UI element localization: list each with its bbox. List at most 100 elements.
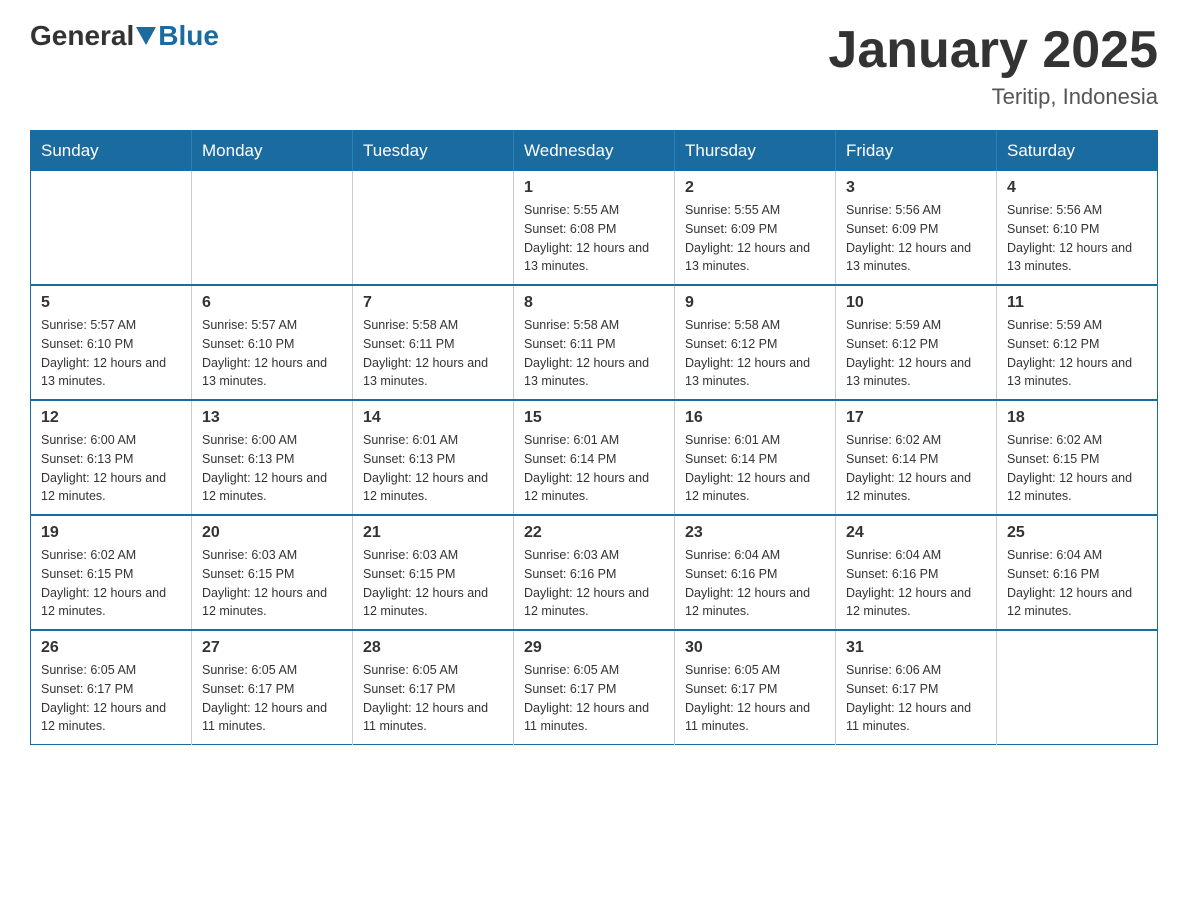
calendar-cell: 16 Sunrise: 6:01 AM Sunset: 6:14 PM Dayli…	[675, 400, 836, 515]
day-number: 11	[1007, 294, 1147, 312]
day-info: Sunrise: 6:02 AM Sunset: 6:14 PM Dayligh…	[846, 431, 986, 506]
calendar-cell: 6 Sunrise: 5:57 AM Sunset: 6:10 PM Daylig…	[192, 285, 353, 400]
calendar-cell: 17Sunrise: 6:02 AM Sunset: 6:14 PM Dayli…	[836, 400, 997, 515]
title-section: January 2025 Teritip, Indonesia	[828, 20, 1158, 110]
calendar-week-row: 19 Sunrise: 6:02 AM Sunset: 6:15 PM Dayli…	[31, 515, 1158, 630]
calendar-cell: 8 Sunrise: 5:58 AM Sunset: 6:11 PM Daylig…	[514, 285, 675, 400]
logo-triangle-icon	[136, 27, 156, 45]
day-info: Sunrise: 6:04 AM Sunset: 6:16 PM Dayligh…	[1007, 546, 1147, 621]
calendar-cell: 20Sunrise: 6:03 AM Sunset: 6:15 PM Dayli…	[192, 515, 353, 630]
day-number: 15	[524, 409, 664, 427]
day-number: 3	[846, 179, 986, 197]
calendar-cell: 7 Sunrise: 5:58 AM Sunset: 6:11 PM Daylig…	[353, 285, 514, 400]
calendar-week-row: 5 Sunrise: 5:57 AM Sunset: 6:10 PM Daylig…	[31, 285, 1158, 400]
day-number: 8	[524, 294, 664, 312]
calendar-cell: 28 Sunrise: 6:05 AM Sunset: 6:17 PM Dayli…	[353, 630, 514, 745]
calendar-body: 1 Sunrise: 5:55 AM Sunset: 6:08 PM Daylig…	[31, 171, 1158, 745]
day-info: Sunrise: 6:00 AM Sunset: 6:13 PM Dayligh…	[202, 431, 342, 506]
calendar-cell: 30 Sunrise: 6:05 AM Sunset: 6:17 PM Dayli…	[675, 630, 836, 745]
calendar-cell: 10Sunrise: 5:59 AM Sunset: 6:12 PM Dayli…	[836, 285, 997, 400]
header-wednesday: Wednesday	[514, 131, 675, 172]
day-info: Sunrise: 5:58 AM Sunset: 6:12 PM Dayligh…	[685, 316, 825, 391]
header-friday: Friday	[836, 131, 997, 172]
day-number: 12	[41, 409, 181, 427]
day-info: Sunrise: 5:57 AM Sunset: 6:10 PM Dayligh…	[202, 316, 342, 391]
day-info: Sunrise: 6:05 AM Sunset: 6:17 PM Dayligh…	[363, 661, 503, 736]
page-header: General Blue January 2025 Teritip, Indon…	[30, 20, 1158, 110]
day-number: 28	[363, 639, 503, 657]
calendar-cell: 31 Sunrise: 6:06 AM Sunset: 6:17 PM Dayli…	[836, 630, 997, 745]
month-title: January 2025	[828, 20, 1158, 80]
location: Teritip, Indonesia	[828, 84, 1158, 110]
calendar-cell: 18Sunrise: 6:02 AM Sunset: 6:15 PM Dayli…	[997, 400, 1158, 515]
calendar-cell: 22Sunrise: 6:03 AM Sunset: 6:16 PM Dayli…	[514, 515, 675, 630]
header-tuesday: Tuesday	[353, 131, 514, 172]
day-info: Sunrise: 6:05 AM Sunset: 6:17 PM Dayligh…	[685, 661, 825, 736]
calendar-cell: 4Sunrise: 5:56 AM Sunset: 6:10 PM Daylig…	[997, 171, 1158, 285]
logo: General Blue	[30, 20, 219, 52]
day-info: Sunrise: 6:01 AM Sunset: 6:14 PM Dayligh…	[524, 431, 664, 506]
day-info: Sunrise: 5:59 AM Sunset: 6:12 PM Dayligh…	[1007, 316, 1147, 391]
calendar-cell: 15 Sunrise: 6:01 AM Sunset: 6:14 PM Dayli…	[514, 400, 675, 515]
calendar-cell: 1 Sunrise: 5:55 AM Sunset: 6:08 PM Daylig…	[514, 171, 675, 285]
calendar-cell: 3 Sunrise: 5:56 AM Sunset: 6:09 PM Daylig…	[836, 171, 997, 285]
calendar-cell: 25 Sunrise: 6:04 AM Sunset: 6:16 PM Dayli…	[997, 515, 1158, 630]
calendar-table: Sunday Monday Tuesday Wednesday Thursday…	[30, 130, 1158, 745]
day-number: 6	[202, 294, 342, 312]
day-info: Sunrise: 5:58 AM Sunset: 6:11 PM Dayligh…	[524, 316, 664, 391]
day-number: 4	[1007, 179, 1147, 197]
header-saturday: Saturday	[997, 131, 1158, 172]
day-info: Sunrise: 5:58 AM Sunset: 6:11 PM Dayligh…	[363, 316, 503, 391]
header-thursday: Thursday	[675, 131, 836, 172]
day-number: 7	[363, 294, 503, 312]
header-monday: Monday	[192, 131, 353, 172]
day-number: 5	[41, 294, 181, 312]
day-number: 30	[685, 639, 825, 657]
calendar-cell: 14Sunrise: 6:01 AM Sunset: 6:13 PM Dayli…	[353, 400, 514, 515]
calendar-cell: 19 Sunrise: 6:02 AM Sunset: 6:15 PM Dayli…	[31, 515, 192, 630]
day-info: Sunrise: 6:00 AM Sunset: 6:13 PM Dayligh…	[41, 431, 181, 506]
day-info: Sunrise: 6:05 AM Sunset: 6:17 PM Dayligh…	[202, 661, 342, 736]
day-info: Sunrise: 5:59 AM Sunset: 6:12 PM Dayligh…	[846, 316, 986, 391]
logo-blue: Blue	[158, 20, 219, 52]
day-info: Sunrise: 6:02 AM Sunset: 6:15 PM Dayligh…	[1007, 431, 1147, 506]
day-info: Sunrise: 6:02 AM Sunset: 6:15 PM Dayligh…	[41, 546, 181, 621]
day-info: Sunrise: 5:55 AM Sunset: 6:08 PM Dayligh…	[524, 201, 664, 276]
day-info: Sunrise: 5:56 AM Sunset: 6:09 PM Dayligh…	[846, 201, 986, 276]
day-number: 24	[846, 524, 986, 542]
day-number: 25	[1007, 524, 1147, 542]
day-number: 22	[524, 524, 664, 542]
day-number: 2	[685, 179, 825, 197]
day-info: Sunrise: 6:04 AM Sunset: 6:16 PM Dayligh…	[846, 546, 986, 621]
day-info: Sunrise: 5:57 AM Sunset: 6:10 PM Dayligh…	[41, 316, 181, 391]
header-sunday: Sunday	[31, 131, 192, 172]
day-info: Sunrise: 6:01 AM Sunset: 6:13 PM Dayligh…	[363, 431, 503, 506]
day-info: Sunrise: 6:06 AM Sunset: 6:17 PM Dayligh…	[846, 661, 986, 736]
calendar-cell	[31, 171, 192, 285]
day-info: Sunrise: 5:55 AM Sunset: 6:09 PM Dayligh…	[685, 201, 825, 276]
day-info: Sunrise: 6:01 AM Sunset: 6:14 PM Dayligh…	[685, 431, 825, 506]
calendar-cell: 29 Sunrise: 6:05 AM Sunset: 6:17 PM Dayli…	[514, 630, 675, 745]
calendar-cell: 13 Sunrise: 6:00 AM Sunset: 6:13 PM Dayli…	[192, 400, 353, 515]
day-number: 9	[685, 294, 825, 312]
weekday-header-row: Sunday Monday Tuesday Wednesday Thursday…	[31, 131, 1158, 172]
day-number: 13	[202, 409, 342, 427]
day-number: 29	[524, 639, 664, 657]
calendar-cell: 27Sunrise: 6:05 AM Sunset: 6:17 PM Dayli…	[192, 630, 353, 745]
calendar-week-row: 1 Sunrise: 5:55 AM Sunset: 6:08 PM Daylig…	[31, 171, 1158, 285]
day-number: 20	[202, 524, 342, 542]
day-number: 21	[363, 524, 503, 542]
day-number: 1	[524, 179, 664, 197]
day-number: 23	[685, 524, 825, 542]
calendar-cell: 9 Sunrise: 5:58 AM Sunset: 6:12 PM Daylig…	[675, 285, 836, 400]
calendar-cell	[192, 171, 353, 285]
day-info: Sunrise: 6:05 AM Sunset: 6:17 PM Dayligh…	[524, 661, 664, 736]
day-number: 16	[685, 409, 825, 427]
calendar-header: Sunday Monday Tuesday Wednesday Thursday…	[31, 131, 1158, 172]
day-info: Sunrise: 6:05 AM Sunset: 6:17 PM Dayligh…	[41, 661, 181, 736]
day-number: 31	[846, 639, 986, 657]
day-number: 19	[41, 524, 181, 542]
day-info: Sunrise: 6:04 AM Sunset: 6:16 PM Dayligh…	[685, 546, 825, 621]
calendar-cell: 21Sunrise: 6:03 AM Sunset: 6:15 PM Dayli…	[353, 515, 514, 630]
calendar-cell	[997, 630, 1158, 745]
